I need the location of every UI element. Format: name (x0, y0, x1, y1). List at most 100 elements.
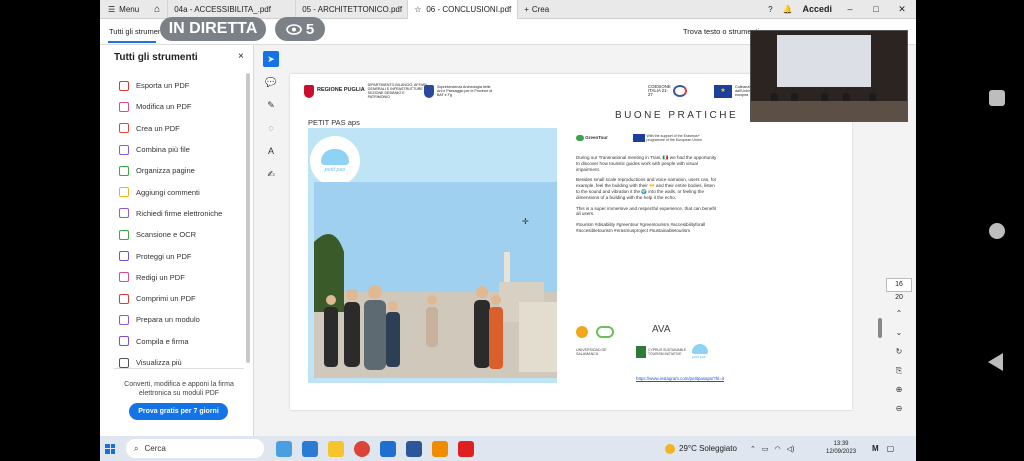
live-label: IN DIRETTA (168, 20, 258, 37)
sign-tool-icon[interactable]: ✍ (263, 166, 279, 182)
document-scrollbar[interactable] (878, 318, 882, 338)
tool-item[interactable]: Combina più file (119, 139, 222, 160)
tab-label: 06 - CONCLUSIONI.pdf (426, 4, 512, 14)
tools-panel-title: Tutti gli strumenti (114, 52, 198, 63)
tool-item[interactable]: Richiedi firme elettroniche (119, 203, 222, 224)
partner-petit-pas: petit pas (692, 355, 706, 359)
tool-item[interactable]: Organizza pagine (119, 160, 222, 181)
tool-label: Scansione e OCR (136, 230, 197, 240)
tools-tab[interactable]: Tutti gli strumenti (109, 27, 166, 36)
new-tab-label: Crea (531, 4, 550, 14)
find-tool-input[interactable]: Trova testo o strumenti (683, 27, 759, 36)
tool-item[interactable]: Visualizza più (119, 352, 222, 373)
home-button-icon[interactable] (989, 223, 1005, 239)
tool-icon (119, 229, 129, 240)
start-button[interactable] (100, 436, 120, 461)
tab-accessibilita[interactable]: 04a - ACCESSIBILITA_.pdf (167, 0, 295, 19)
projector-screen (777, 35, 871, 87)
tool-label: Combina più file (136, 145, 190, 155)
coesione-logo: COESIONE ITALIA 21-27 (648, 82, 687, 100)
edge-icon[interactable] (302, 440, 318, 457)
partner-logos: AVA UNIVERSIDAD DE SALAMANCA CYPRUS SUST… (576, 324, 746, 364)
tool-item[interactable]: Esporta un PDF (119, 75, 222, 96)
partner-salamanca: UNIVERSIDAD DE SALAMANCA (576, 348, 607, 356)
tool-item[interactable]: Compila e firma (119, 331, 222, 352)
bell-icon[interactable]: 🔔 (783, 5, 793, 14)
close-window-icon[interactable]: ✕ (894, 4, 910, 15)
help-icon[interactable]: ? (768, 5, 772, 14)
petit-pas-logo: petit pas (310, 136, 360, 186)
weather-widget[interactable]: 29°C Soleggiato (665, 436, 737, 461)
star-icon[interactable]: ☆ (414, 5, 421, 14)
menu-label: Menu (119, 4, 140, 14)
home-icon[interactable]: ⌂ (147, 0, 167, 19)
zoom-in-icon[interactable]: ⊕ (886, 380, 912, 399)
current-page-input[interactable]: 16 (886, 278, 912, 292)
tool-item[interactable]: Scansione e OCR (119, 224, 222, 245)
tool-item[interactable]: Comprimi un PDF (119, 288, 222, 309)
pen-tool-icon[interactable]: ✎ (263, 97, 279, 113)
tool-item[interactable]: Proteggi un PDF (119, 245, 222, 266)
paragraph: During our Transnational meeting in Tran… (576, 155, 717, 172)
tool-item[interactable]: Prepara un modulo (119, 309, 222, 330)
cursor-tool-icon[interactable]: ➤ (263, 51, 279, 67)
tool-icon (119, 357, 129, 368)
partner-co-icon (596, 326, 614, 338)
maximize-icon[interactable]: □ (868, 4, 884, 14)
tool-icon (119, 336, 129, 347)
task-view-icon[interactable] (276, 440, 292, 457)
tool-label: Modifica un PDF (136, 102, 192, 112)
tray-extras: M ▢ (872, 436, 894, 461)
text-tool-icon[interactable]: A (263, 143, 279, 159)
chrome-icon[interactable] (354, 440, 370, 457)
chat-icon[interactable]: ▢ (887, 444, 895, 453)
sign-in-button[interactable]: Accedi (802, 4, 832, 14)
instagram-link[interactable]: https://www.instagram.com/petitpasaps/?h… (636, 376, 724, 381)
tool-label: Prepara un modulo (136, 315, 200, 325)
tab-label: 04a - ACCESSIBILITA_.pdf (174, 4, 271, 14)
chevron-up-icon[interactable]: ⌃ (750, 445, 756, 453)
network-icon[interactable]: ▭ (762, 445, 769, 453)
tool-item[interactable]: Aggiungi commenti (119, 181, 222, 202)
taskbar-search[interactable]: ⌕ Cerca (126, 439, 264, 458)
tab-conclusioni[interactable]: ☆ 06 - CONCLUSIONI.pdf ✕ (407, 0, 518, 19)
volume-icon[interactable]: ◁) (787, 445, 795, 453)
erasmus-note: With the support of the Erasmus+ program… (646, 134, 702, 142)
tool-item[interactable]: Redigi un PDF (119, 267, 222, 288)
minimize-icon[interactable]: – (842, 4, 858, 14)
refresh-icon[interactable]: ↻ (886, 342, 912, 361)
wifi-icon[interactable]: ◠ (775, 445, 781, 453)
sun-icon (665, 443, 675, 454)
free-trial-button[interactable]: Prova gratis per 7 giorni (129, 403, 228, 420)
recent-apps-icon[interactable] (989, 90, 1005, 106)
file-explorer-icon[interactable] (328, 440, 344, 457)
tool-item[interactable]: Modifica un PDF (119, 96, 222, 117)
page-navigation: 16 20 ⌃ ⌄ ↻ ⎘ ⊕ ⊖ (886, 278, 912, 438)
export-icon[interactable]: ⎘ (886, 361, 912, 380)
tool-item[interactable]: Crea un PDF (119, 118, 222, 139)
tool-icon (119, 272, 129, 283)
vlc-icon[interactable] (432, 440, 448, 457)
lasso-tool-icon[interactable]: ◌ (263, 120, 279, 136)
back-icon[interactable] (988, 353, 1003, 371)
close-panel-icon[interactable]: × (238, 51, 244, 62)
regione-puglia-logo: REGIONE PUGLIA DIPARTIMENTO BILANCIO, AF… (304, 82, 428, 100)
page-up-icon[interactable]: ⌃ (886, 304, 912, 323)
soprintendenza-logo: Soprintendenza Archeologia belle Arti e … (424, 82, 493, 100)
greentour-leaf-icon (576, 135, 584, 141)
post-text: During our Transnational meeting in Tran… (576, 155, 718, 239)
acrobat-icon[interactable] (458, 440, 474, 457)
menu-button[interactable]: ☰ Menu (100, 0, 147, 19)
taskbar-clock[interactable]: 13:39 12/09/2023 (826, 440, 856, 456)
store-icon[interactable] (380, 440, 396, 457)
tool-icon (119, 251, 129, 262)
petit-pas-title: PETIT PAS aps (308, 118, 360, 127)
page-down-icon[interactable]: ⌄ (886, 323, 912, 342)
tray-app-label[interactable]: M (872, 444, 879, 453)
comment-tool-icon[interactable]: 💬 (263, 74, 279, 90)
tools-scrollbar[interactable] (246, 73, 250, 363)
zoom-out-icon[interactable]: ⊖ (886, 399, 912, 418)
word-icon[interactable] (406, 440, 422, 457)
new-tab-button[interactable]: + Crea (517, 0, 555, 19)
tab-architettonico[interactable]: 05 - ARCHITETTONICO.pdf (295, 0, 407, 19)
